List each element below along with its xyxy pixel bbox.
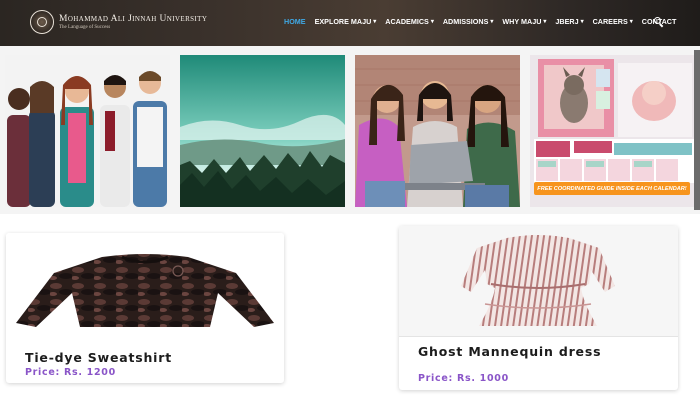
nav-why-maju[interactable]: WHY MAJU ▾: [502, 17, 546, 26]
card-divider: [399, 336, 678, 337]
landscape-photo[interactable]: [180, 55, 345, 207]
university-seal-icon: [30, 10, 54, 34]
nav-careers[interactable]: CAREERS ▾: [593, 17, 633, 26]
product-card[interactable]: Ghost Mannequin dress Price: Rs. 1000: [399, 226, 678, 390]
chevron-down-icon: ▾: [580, 19, 584, 25]
nav-home[interactable]: HOME: [284, 17, 306, 26]
scroll-edge: [694, 50, 700, 210]
search-icon[interactable]: [654, 17, 664, 28]
chevron-down-icon: ▾: [430, 19, 434, 25]
chevron-down-icon: ▾: [490, 19, 494, 25]
dress-image: [399, 226, 678, 336]
nav-jberj[interactable]: JBERJ ▾: [555, 17, 583, 26]
chevron-down-icon: ▾: [543, 19, 547, 25]
chevron-down-icon: ▾: [629, 19, 633, 25]
chevron-down-icon: ▾: [373, 19, 377, 25]
calendar-promo-banner[interactable]: FREE COORDINATED GUIDE INSIDE EACH CALEN…: [534, 182, 690, 195]
logo-name: Mohammad Ali Jinnah University: [59, 14, 208, 24]
product-price: Price: Rs. 1200: [25, 367, 116, 378]
university-logo[interactable]: Mohammad Ali Jinnah University The Langu…: [30, 10, 207, 34]
nav-admissions[interactable]: ADMISSIONS ▾: [443, 17, 494, 26]
site-header: Mohammad Ali Jinnah University The Langu…: [0, 0, 700, 46]
sweatshirt-image: [6, 233, 284, 333]
product-title[interactable]: Tie-dye Sweatshirt: [25, 351, 265, 365]
logo-tagline: The Language of Success: [59, 25, 111, 30]
main-nav: HOME EXPLORE MAJU ▾ ACADEMICS ▾ ADMISSIONS…: [284, 17, 685, 26]
product-title[interactable]: Ghost Mannequin dress: [418, 345, 638, 359]
students-photo[interactable]: [5, 55, 170, 207]
nav-explore-maju[interactable]: EXPLORE MAJU ▾: [315, 17, 377, 26]
nav-academics[interactable]: ACADEMICS ▾: [385, 17, 434, 26]
product-price: Price: Rs. 1000: [418, 373, 509, 384]
product-card[interactable]: Tie-dye Sweatshirt Price: Rs. 1200: [6, 233, 284, 383]
laptop-students-photo[interactable]: [355, 55, 520, 207]
